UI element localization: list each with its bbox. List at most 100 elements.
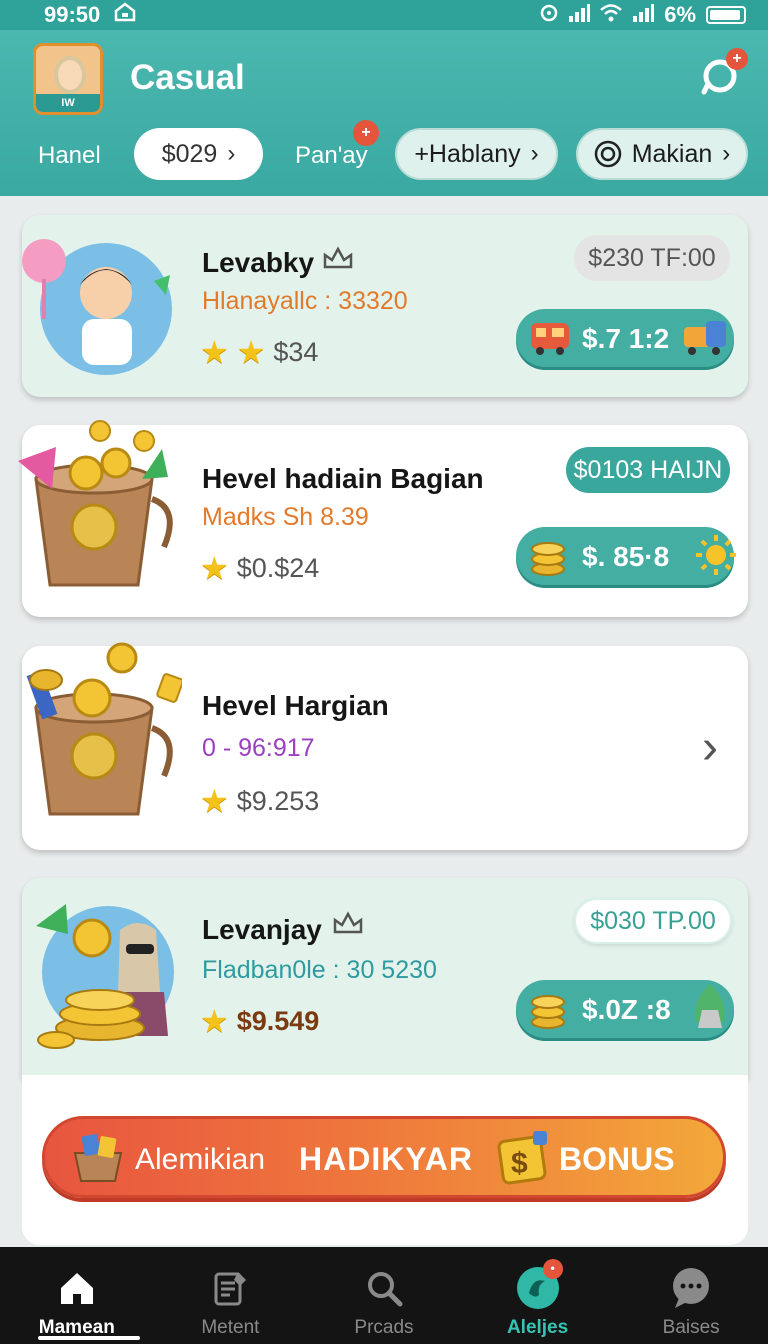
notification-dot: • bbox=[542, 1259, 563, 1279]
filter-hablany-pill[interactable]: +Hablany › bbox=[395, 128, 558, 180]
card-title: Levabky bbox=[202, 247, 315, 278]
wifi-icon bbox=[600, 2, 623, 28]
card-subtitle: Madks Sh 8.39 bbox=[202, 503, 369, 531]
card-rating: ★ ★ $34 bbox=[200, 333, 318, 371]
truck-icon bbox=[684, 321, 726, 355]
home-lock-icon bbox=[114, 2, 136, 28]
bonus-text-1: Alemikian bbox=[135, 1143, 266, 1176]
filter-makian-pill[interactable]: Makian › bbox=[576, 128, 748, 180]
card-rating-value: $0.$24 bbox=[236, 552, 320, 583]
game-card-3[interactable]: Hevel Hargian 0 - 96:917 ★ $9.253 › bbox=[22, 642, 748, 850]
dollar-box-icon: $ bbox=[497, 1131, 547, 1185]
star-icon: ★ bbox=[236, 334, 266, 370]
alarm-icon bbox=[540, 2, 558, 28]
nav-item-chat[interactable]: Baises bbox=[614, 1247, 768, 1344]
coin-stack-icon bbox=[531, 995, 565, 1029]
basket-icon bbox=[73, 1134, 123, 1182]
chevron-right-icon[interactable]: › bbox=[702, 720, 718, 775]
nav-label: Metent bbox=[201, 1317, 260, 1338]
card-subtitle: 0 - 96:917 bbox=[202, 734, 315, 762]
svg-text:$: $ bbox=[511, 1147, 528, 1180]
card-rating: ★ $0.$24 bbox=[200, 549, 319, 587]
card-title: Hevel hadiain Bagian bbox=[202, 463, 484, 494]
nav-label: Baises bbox=[662, 1317, 720, 1338]
card-reward-label: $.7 1:2 bbox=[582, 323, 670, 354]
star-icon: ★ bbox=[200, 783, 229, 819]
star-icon: ★ bbox=[200, 334, 229, 370]
filter-badge: + bbox=[353, 120, 379, 146]
card-reward-button[interactable]: $. 85·8 bbox=[516, 527, 736, 585]
card-subtitle: Fladban0le : 30 5230 bbox=[202, 956, 437, 984]
coin-stack-icon bbox=[531, 542, 565, 576]
battery-percent: 6% bbox=[664, 2, 696, 27]
sun-icon bbox=[696, 535, 736, 575]
nav-item-content[interactable]: Metent bbox=[154, 1247, 308, 1344]
page-title: Casual bbox=[130, 58, 245, 97]
home-icon bbox=[54, 1265, 100, 1311]
child-illustration bbox=[22, 239, 172, 375]
filter-panay[interactable]: Pan'ay bbox=[295, 142, 368, 170]
status-bar: 99:50 6% bbox=[0, 0, 768, 30]
star-icon: ★ bbox=[200, 550, 229, 586]
card-reward-label: $. 85·8 bbox=[582, 541, 670, 572]
signal-icon bbox=[568, 2, 591, 28]
card-rating-value: $9.253 bbox=[236, 785, 320, 816]
nav-item-rewards[interactable]: • Aleljes bbox=[461, 1247, 615, 1344]
coin-cup-illustration bbox=[18, 420, 173, 587]
card-title: Hevel Hargian bbox=[202, 690, 389, 721]
bus-icon bbox=[531, 323, 569, 355]
filter-hablany-label: +Hablany bbox=[414, 139, 521, 168]
nav-item-home[interactable]: Mamean bbox=[0, 1247, 154, 1344]
battery-icon bbox=[706, 6, 746, 24]
card-subtitle: Hlanayallc : 33320 bbox=[202, 287, 408, 315]
coin-person-illustration bbox=[36, 904, 174, 1049]
bonus-button[interactable]: Alemikian HADIKYAR $ BONUS bbox=[42, 1116, 726, 1198]
nav-item-search[interactable]: Prcads bbox=[307, 1247, 461, 1344]
chevron-right-icon: › bbox=[530, 140, 539, 167]
filter-hanel[interactable]: Hanel bbox=[38, 142, 101, 170]
card-rating: ★ $9.549 bbox=[200, 1002, 319, 1040]
rewards-icon: • bbox=[515, 1259, 563, 1311]
notification-dot: + bbox=[726, 48, 748, 70]
card-title: Levanjay bbox=[202, 914, 322, 945]
game-card-1[interactable]: Levabky Hlanayallc : 33320 ★ ★ $34 $230 … bbox=[22, 215, 748, 397]
card-rating-value: $34 bbox=[273, 336, 319, 367]
crown-icon bbox=[323, 246, 353, 269]
filter-price-label: $029 bbox=[161, 139, 218, 168]
card-rating: ★ $9.253 bbox=[200, 782, 319, 820]
card-reward-button[interactable]: $.7 1:2 bbox=[516, 309, 734, 367]
game-card-4[interactable]: Levanjay Fladban0le : 30 5230 ★ $9.549 $… bbox=[22, 878, 748, 1078]
search-icon bbox=[361, 1265, 407, 1311]
bottom-nav: Mamean Metent Prcads • Aleljes Baises bbox=[0, 1247, 768, 1344]
active-indicator bbox=[38, 1336, 140, 1340]
card-rating-value: $9.549 bbox=[236, 1005, 320, 1036]
leaf-icon bbox=[695, 984, 725, 1028]
filter-makian-label: Makian bbox=[631, 139, 713, 168]
avatar[interactable]: IW bbox=[33, 43, 103, 115]
bonus-text-3: BONUS bbox=[559, 1141, 675, 1177]
filter-row: Hanel $029 › Pan'ay + +Hablany › Makian … bbox=[0, 120, 768, 182]
card-price-tag: $230 TF:00 bbox=[574, 235, 730, 281]
card-price-tag: $0103 HAIJN bbox=[566, 447, 730, 493]
card-reward-button[interactable]: $.0Z :8 bbox=[516, 980, 734, 1038]
nav-label: Prcads bbox=[354, 1317, 414, 1338]
game-card-2[interactable]: Hevel hadiain Bagian Madks Sh 8.39 ★ $0.… bbox=[18, 420, 748, 617]
card-reward-label: $.0Z :8 bbox=[582, 994, 671, 1025]
chevron-right-icon: › bbox=[227, 140, 236, 167]
refresh-button[interactable]: + bbox=[700, 48, 748, 96]
avatar-face bbox=[54, 56, 86, 94]
document-edit-icon bbox=[207, 1265, 253, 1311]
status-time: 99:50 bbox=[44, 2, 101, 27]
chat-bubble-icon bbox=[668, 1265, 714, 1311]
avatar-tag: IW bbox=[36, 94, 100, 112]
card-price-tag: $030 TP.00 bbox=[574, 898, 732, 944]
crown-icon bbox=[333, 911, 363, 934]
coin-cup-illustration bbox=[26, 642, 182, 816]
signal-icon-2 bbox=[632, 2, 655, 28]
chevron-right-icon: › bbox=[722, 140, 731, 167]
nav-label: Aleljes bbox=[506, 1317, 569, 1338]
bonus-text-2: HADIKYAR bbox=[299, 1141, 473, 1177]
filter-price-pill[interactable]: $029 › bbox=[134, 128, 263, 180]
app-header: IW Casual + Hanel $029 › Pan'ay + +Habla… bbox=[0, 30, 768, 196]
star-icon: ★ bbox=[200, 1003, 229, 1039]
